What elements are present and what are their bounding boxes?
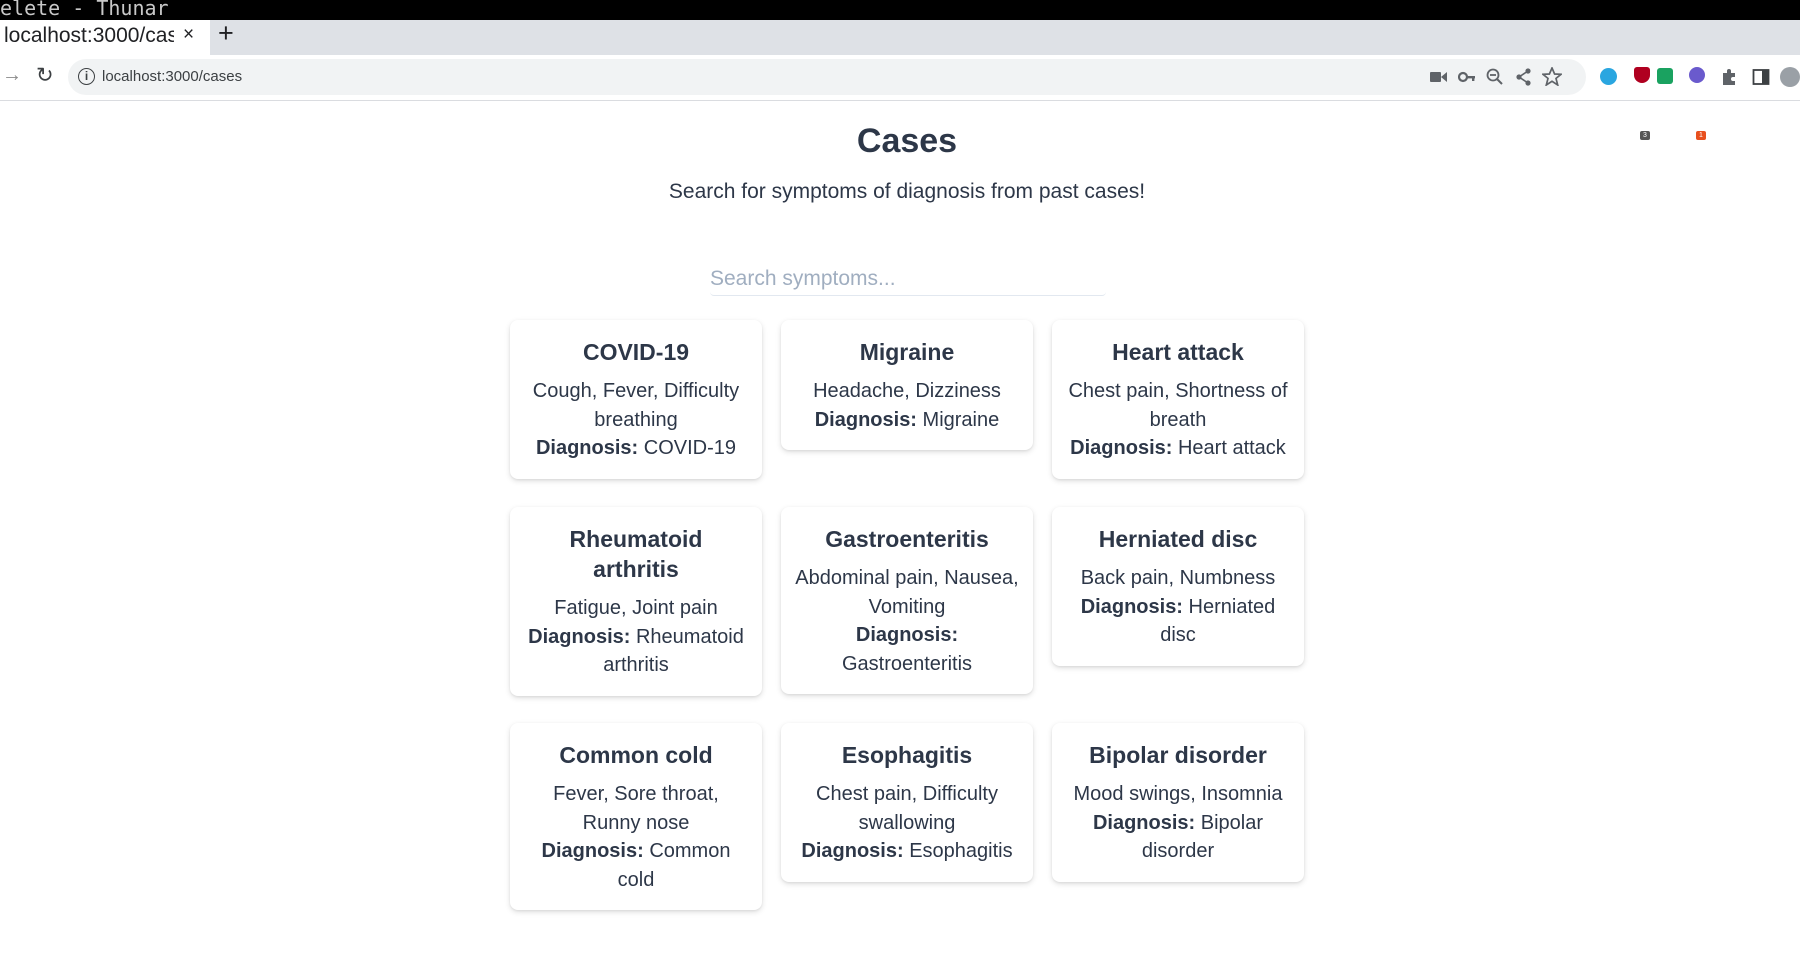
address-bar[interactable]: i localhost:3000/cases bbox=[68, 59, 1586, 95]
case-diagnosis: Diagnosis: Heart attack bbox=[1066, 434, 1290, 463]
extension-shield-icon[interactable] bbox=[1634, 67, 1650, 83]
case-card: Gastroenteritis Abdominal pain, Nausea, … bbox=[781, 507, 1033, 694]
case-diagnosis: Diagnosis: COVID-19 bbox=[524, 434, 748, 463]
case-title: COVID-19 bbox=[582, 339, 690, 365]
diagnosis-value: Heart attack bbox=[1177, 437, 1286, 459]
diagnosis-value: COVID-19 bbox=[643, 437, 737, 459]
diagnosis-label: Diagnosis: bbox=[1080, 595, 1183, 618]
case-card: COVID-19 Cough, Fever, Difficulty breath… bbox=[510, 320, 762, 479]
case-diagnosis: Diagnosis: Bipolar disorder bbox=[1066, 809, 1290, 866]
case-card: Rheumatoid arthritis Fatigue, Joint pain… bbox=[510, 507, 762, 696]
case-symptoms: Chest pain, Shortness of breath bbox=[1068, 380, 1288, 431]
case-title: Heart attack bbox=[1112, 339, 1244, 365]
case-card: Herniated disc Back pain, Numbness Diagn… bbox=[1052, 507, 1304, 666]
case-diagnosis: Diagnosis: Migraine bbox=[795, 406, 1019, 435]
diagnosis-label: Diagnosis: bbox=[541, 840, 644, 862]
diagnosis-label: Diagnosis: bbox=[1092, 811, 1196, 834]
tab-title: localhost:3000/cases bbox=[4, 24, 174, 47]
diagnosis-label: Diagnosis: bbox=[528, 625, 631, 648]
diagnosis-label: Diagnosis: bbox=[855, 624, 959, 646]
profile-icon[interactable] bbox=[1780, 67, 1800, 87]
case-diagnosis: Diagnosis: Rheumatoid arthritis bbox=[524, 623, 748, 680]
page-title: Cases bbox=[856, 122, 958, 160]
case-card: Migraine Headache, Dizziness Diagnosis: … bbox=[781, 320, 1033, 450]
browser-tabstrip: localhost:3000/cases × + bbox=[0, 18, 1800, 55]
url-text[interactable]: localhost:3000/cases bbox=[102, 68, 242, 85]
page-subtitle: Search for symptoms of diagnosis from pa… bbox=[668, 180, 1146, 203]
tab-close-icon[interactable]: × bbox=[183, 24, 194, 46]
extension-bird-icon[interactable] bbox=[1600, 68, 1617, 85]
new-tab-button[interactable]: + bbox=[218, 18, 234, 49]
diagnosis-value: Gastroenteritis bbox=[841, 652, 973, 675]
case-symptoms: Mood swings, Insomnia bbox=[1073, 783, 1283, 805]
reload-icon[interactable]: ↻ bbox=[36, 63, 54, 88]
case-symptoms: Fever, Sore throat, Runny nose bbox=[553, 783, 719, 834]
diagnosis-value: Esophagitis bbox=[909, 840, 1013, 862]
case-title: Common cold bbox=[559, 742, 713, 768]
share-icon[interactable] bbox=[1516, 68, 1532, 86]
puzzle-icon[interactable] bbox=[1720, 68, 1738, 86]
extension-gear-icon[interactable] bbox=[1689, 67, 1705, 83]
extension-meet-icon[interactable] bbox=[1657, 68, 1673, 84]
case-card: Heart attack Chest pain, Shortness of br… bbox=[1052, 320, 1304, 479]
diagnosis-label: Diagnosis: bbox=[535, 437, 639, 459]
case-symptoms: Chest pain, Difficulty swallowing bbox=[816, 783, 998, 834]
diagnosis-label: Diagnosis: bbox=[814, 408, 917, 431]
case-title: Esophagitis bbox=[841, 742, 973, 768]
key-icon[interactable] bbox=[1458, 70, 1476, 84]
case-title: Bipolar disorder bbox=[1089, 742, 1267, 768]
case-symptoms: Headache, Dizziness bbox=[813, 380, 1001, 402]
case-card: Bipolar disorder Mood swings, Insomnia D… bbox=[1052, 723, 1304, 882]
case-diagnosis: Diagnosis: Common cold bbox=[524, 837, 748, 894]
os-window-title: elete - Thunar bbox=[0, 0, 169, 20]
case-diagnosis: Diagnosis: Gastroenteritis bbox=[795, 621, 1019, 678]
case-symptoms: Back pain, Numbness bbox=[1080, 567, 1276, 589]
case-diagnosis: Diagnosis: Herniated disc bbox=[1066, 593, 1290, 650]
diagnosis-label: Diagnosis: bbox=[801, 840, 904, 862]
site-info-icon[interactable]: i bbox=[78, 68, 95, 85]
diagnosis-value: Migraine bbox=[922, 408, 1000, 431]
case-card: Esophagitis Chest pain, Difficulty swall… bbox=[781, 723, 1033, 882]
case-diagnosis: Diagnosis: Esophagitis bbox=[795, 837, 1019, 866]
case-symptoms: Fatigue, Joint pain bbox=[554, 597, 718, 619]
case-title: Herniated disc bbox=[1098, 526, 1258, 552]
search-input[interactable] bbox=[710, 262, 1106, 296]
forward-icon[interactable]: → bbox=[2, 64, 22, 87]
zoom-icon[interactable] bbox=[1486, 68, 1504, 86]
case-symptoms: Abdominal pain, Nausea, Vomiting bbox=[795, 567, 1019, 618]
browser-toolbar: → ↻ i localhost:3000/cases 3 1 bbox=[0, 55, 1800, 140]
camera-icon[interactable] bbox=[1430, 70, 1448, 84]
sidepanel-icon[interactable] bbox=[1752, 68, 1770, 86]
diagnosis-label: Diagnosis: bbox=[1070, 437, 1173, 459]
browser-tab[interactable]: localhost:3000/cases × bbox=[0, 20, 210, 55]
case-title: Gastroenteritis bbox=[825, 526, 989, 552]
case-card: Common cold Fever, Sore throat, Runny no… bbox=[510, 723, 762, 910]
case-title: Migraine bbox=[859, 339, 955, 365]
bookmark-star-icon[interactable] bbox=[1542, 67, 1562, 86]
os-window-titlebar: elete - Thunar bbox=[0, 0, 1800, 20]
case-title: Rheumatoid arthritis bbox=[569, 526, 703, 582]
case-symptoms: Cough, Fever, Difficulty breathing bbox=[532, 380, 740, 431]
